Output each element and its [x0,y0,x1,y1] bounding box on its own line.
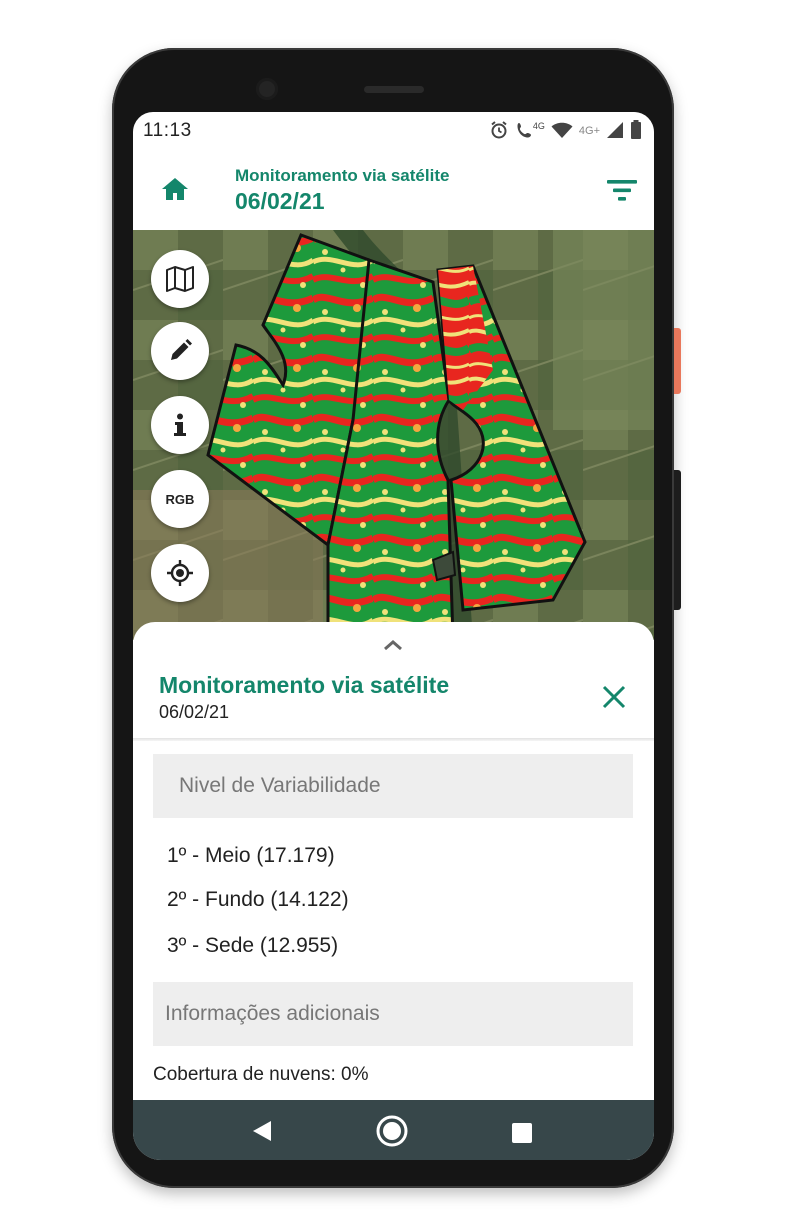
cell-signal-icon [606,121,624,142]
nav-home-button[interactable] [375,1114,409,1148]
map-icon [166,266,194,292]
alarm-icon [489,120,509,143]
info-icon [174,413,186,436]
battery-icon [630,119,642,143]
draw-button[interactable] [151,322,209,380]
status-bar: 11:13 4G 4G+ [133,112,654,150]
network-type-label-2: 4G+ [578,125,600,137]
locate-button[interactable] [151,544,209,602]
details-sheet: Monitoramento via satélite 06/02/21 Nive… [133,622,654,1100]
home-circle-icon [376,1115,408,1147]
additional-info-heading: Informações adicionais [153,982,633,1046]
phone-volume-button [674,470,681,610]
rgb-toggle-button[interactable]: RGB [151,470,209,528]
ranking-item: 1º - Meio (17.179) [167,844,335,867]
close-icon [602,685,626,709]
ranking-item: 3º - Sede (12.955) [167,934,339,957]
gps-location-icon [167,560,193,586]
volte-call-icon [515,120,535,143]
filter-icon [607,180,637,201]
system-nav-bar [133,1100,654,1160]
status-time: 11:13 [143,120,192,141]
cloud-cover-text: Cobertura de nuvens: 0% [153,1064,369,1085]
map-layers-button[interactable] [151,250,209,308]
sheet-divider [133,738,654,741]
phone-screen: 11:13 4G 4G+ Monitoramento via satélite … [133,112,654,1160]
nav-recents-button[interactable] [511,1122,533,1144]
info-button[interactable] [151,396,209,454]
network-type-label: 4G [532,121,545,131]
nav-back-button[interactable] [251,1120,273,1142]
home-button[interactable] [160,174,190,204]
front-camera [256,78,278,100]
ranking-item: 2º - Fundo (14.122) [167,888,349,911]
map-canvas [133,230,654,640]
sheet-date: 06/02/21 [159,702,230,722]
header-title: Monitoramento via satélite [235,166,450,185]
rgb-label: RGB [165,491,195,507]
recents-square-icon [512,1123,532,1143]
back-triangle-icon [253,1121,271,1141]
earpiece-speaker [364,86,424,93]
filter-button[interactable] [605,178,639,204]
satellite-map[interactable]: RGB [133,230,654,640]
sheet-title: Monitoramento via satélite [159,672,450,698]
home-icon [162,178,188,200]
status-icons: 4G 4G+ [489,119,642,143]
app-header: Monitoramento via satélite 06/02/21 [133,150,654,230]
pencil-icon [171,339,192,360]
expand-sheet-handle[interactable] [381,637,405,653]
wifi-icon [551,121,573,142]
phone-side-button [674,328,681,394]
variability-heading: Nivel de Variabilidade [153,754,633,818]
chevron-up-icon [384,640,402,651]
close-button[interactable] [599,682,629,712]
header-date: 06/02/21 [235,188,325,214]
